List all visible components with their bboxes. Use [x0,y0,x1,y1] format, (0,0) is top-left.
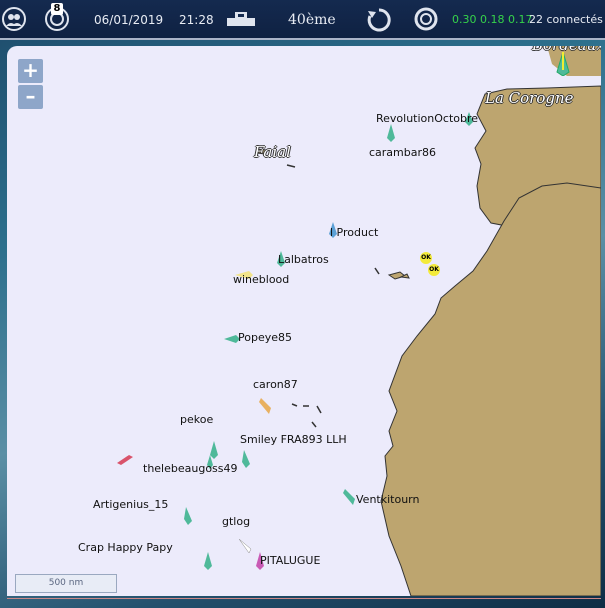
time-text: 21:28 [179,13,214,27]
waypoint-ok-marker[interactable]: OK [428,264,440,276]
boat-label[interactable]: Ventkitourn [356,493,419,506]
place-label-la-corogne: La Corogne [485,89,574,107]
boat-label[interactable]: Lalbatros [278,253,329,266]
own-boat-icon[interactable] [555,52,571,76]
boat-label[interactable]: Crap Happy Papy [78,541,173,554]
boat-icon[interactable] [239,539,253,553]
boat-label[interactable]: PITALUGUE [260,554,320,567]
boat-label[interactable]: Smiley FRA893 LLH [240,433,347,446]
refresh-icon[interactable] [366,7,392,32]
boat-settings-icon[interactable] [225,8,257,30]
zoom-out-button[interactable]: – [18,85,43,109]
boat-label[interactable]: caron87 [253,378,298,391]
boat-icon[interactable] [183,507,193,525]
land-masses [256,46,601,596]
boat-label[interactable]: RevolutionOctobre [376,112,478,125]
boat-icon[interactable] [241,450,251,468]
boat-icon[interactable] [259,398,273,414]
coefficients-text: 0.30 0.18 0.17 [452,13,533,26]
ranking-text: 40ème [288,12,336,28]
boat-icon[interactable] [117,453,133,465]
connected-users-text[interactable]: 22 connectés [529,0,603,38]
race-map[interactable]: + – Bordeaux La Corogne Faial OK OK Revo… [7,46,601,596]
boat-label[interactable]: wineblood [233,273,289,286]
users-icon[interactable] [2,7,26,31]
boat-label[interactable]: l Product [330,226,378,239]
boat-icon[interactable] [386,124,396,142]
waypoint-ok-marker[interactable]: OK [420,252,432,264]
boat-icon[interactable] [203,552,213,570]
date-text: 06/01/2019 [94,13,164,27]
place-label-faial: Faial [254,143,291,161]
notification-badge: 8 [51,3,63,15]
lifebuoy-icon[interactable] [414,7,438,31]
boat-label[interactable]: Popeye85 [238,331,292,344]
boat-icon[interactable] [343,489,357,505]
boat-label[interactable]: carambar86 [369,146,436,159]
top-bar: 8 06/01/2019 21:28 40ème 0.30 0.18 0.17 … [0,0,605,40]
boat-label[interactable]: pekoe [180,413,213,426]
divider [7,598,601,599]
boat-label[interactable]: gtlog [222,515,250,528]
boat-label[interactable]: thelebeaugoss49 [143,462,238,475]
scale-bar: 500 nm [15,574,117,593]
boat-label[interactable]: Artigenius_15 [93,498,168,511]
zoom-in-button[interactable]: + [18,59,43,83]
